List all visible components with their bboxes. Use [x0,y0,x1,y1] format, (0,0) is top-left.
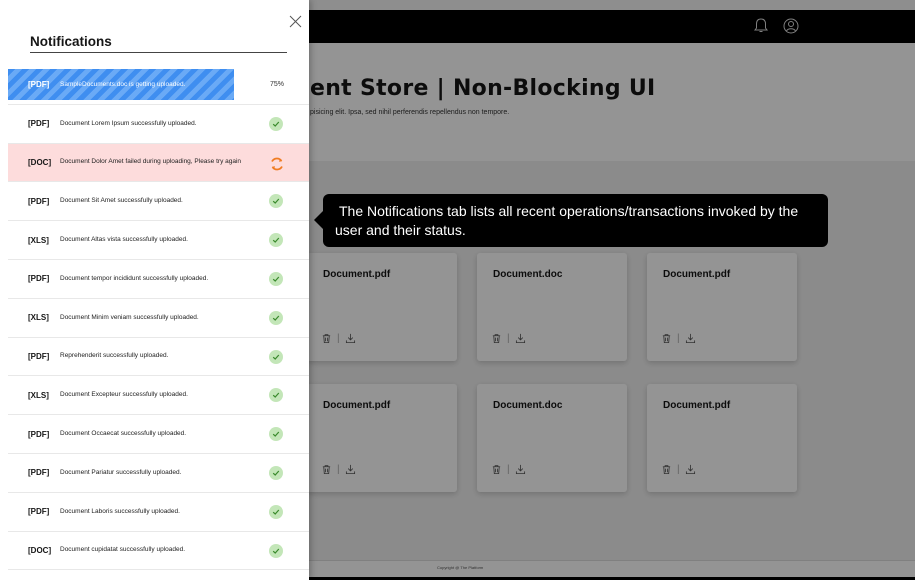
coachmark-tooltip: The Notifications tab lists all recent o… [314,194,828,247]
success-check-icon [269,194,283,209]
notification-row-failed[interactable]: [DOC] Document Dolor Amet failed during … [8,143,309,183]
file-type-tag: [PDF] [28,468,50,478]
file-type-tag: [PDF] [28,119,50,129]
file-type-tag: [XLS] [28,390,49,400]
file-type-tag: [DOC] [28,157,52,167]
notification-row-uploading[interactable]: [PDF] SampleDocuments.doc is getting upl… [8,66,309,105]
notification-message: Document Excepteur successfully uploaded… [60,391,188,399]
notification-message: Document Laboris successfully uploaded. [60,507,180,515]
notification-message: Reprehenderit successfully uploaded. [60,352,169,360]
notification-row[interactable]: [PDF] Document Lorem Ipsum successfully … [8,105,309,144]
success-check-icon [269,504,283,519]
notification-row[interactable]: [DOC] Document cupidatat successfully up… [8,532,309,571]
success-check-icon [269,233,283,248]
file-type-tag: [DOC] [28,545,52,555]
success-check-icon [269,388,283,403]
notification-row[interactable]: [PDF] Reprehenderit successfully uploade… [8,338,309,377]
notification-row[interactable]: [PDF] Document Laboris successfully uplo… [8,493,309,532]
success-check-icon [269,271,283,286]
success-check-icon [269,465,283,480]
notification-message: Document Sit Amet successfully uploaded. [60,197,183,205]
notifications-title: Notifications [30,34,112,49]
notification-message: Document Lorem Ipsum successfully upload… [60,119,197,127]
notifications-panel: Notifications [PDF] SampleDocuments.doc … [0,0,309,580]
notification-message: Document Pariatur successfully uploaded. [60,468,182,476]
notification-message: SampleDocuments.doc is getting uploaded. [60,80,186,88]
success-check-icon [269,349,283,364]
notification-message: Document Altas vista successfully upload… [60,236,188,244]
tooltip-line-1: The Notifications tab lists all recent o… [339,203,799,219]
file-type-tag: [PDF] [28,507,50,517]
success-check-icon [269,543,283,558]
notification-row[interactable]: [PDF] Document tempor incididunt success… [8,260,309,299]
notification-message: Document Dolor Amet failed during upload… [60,158,242,166]
notification-row[interactable]: [XLS] Document Minim veniam successfully… [8,299,309,338]
title-divider [30,52,287,53]
notification-message: Document tempor incididunt successfully … [60,274,209,282]
notifications-list: [PDF] SampleDocuments.doc is getting upl… [8,66,309,571]
file-type-tag: [PDF] [28,80,50,90]
file-type-tag: [PDF] [28,196,50,206]
close-icon[interactable] [289,15,302,28]
notification-message: Document cupidatat successfully uploaded… [60,546,186,554]
notification-message: Document Minim veniam successfully uploa… [60,313,199,321]
notification-row[interactable]: [PDF] Document Occaecat successfully upl… [8,415,309,454]
success-check-icon [269,427,283,442]
file-type-tag: [PDF] [28,351,50,361]
progress-percent: 75% [270,81,285,88]
notification-message: Document Occaecat successfully uploaded. [60,430,187,438]
retry-icon[interactable] [269,156,285,172]
notification-row[interactable]: [XLS] Document Excepteur successfully up… [8,376,309,416]
notification-row[interactable]: [PDF] Document Sit Amet successfully upl… [8,182,309,222]
file-type-tag: [PDF] [28,274,50,284]
tooltip-line-2: user and their status. [335,222,466,238]
notification-row[interactable]: [PDF] Document Pariatur successfully upl… [8,454,309,493]
success-check-icon [269,310,283,325]
success-check-icon [269,116,283,131]
notification-row[interactable]: [XLS] Document Altas vista successfully … [8,221,309,260]
file-type-tag: [XLS] [28,313,49,323]
file-type-tag: [PDF] [28,429,50,439]
file-type-tag: [XLS] [28,235,49,245]
